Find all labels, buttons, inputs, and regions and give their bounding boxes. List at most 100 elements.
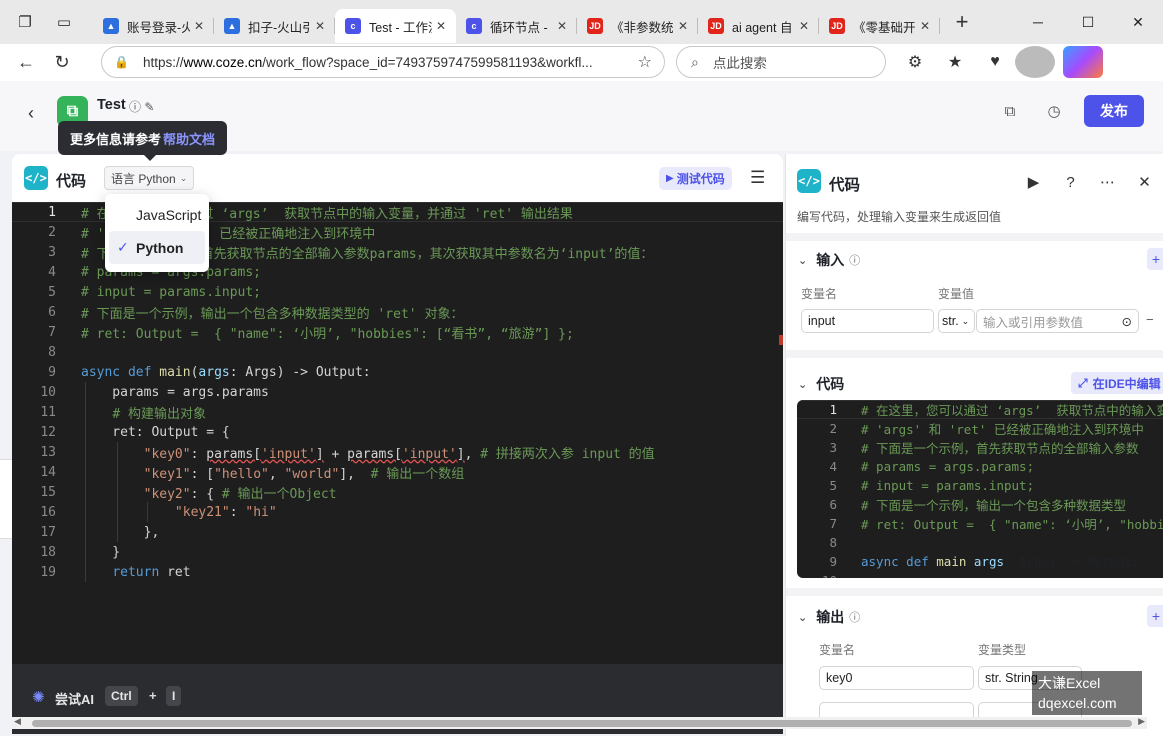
reload-icon[interactable]: ↻ <box>44 48 80 78</box>
tab-close-icon[interactable]: ✕ <box>194 19 204 33</box>
publish-button[interactable]: 发布 <box>1084 95 1144 127</box>
back-arrow-icon[interactable]: ‹ <box>28 103 34 124</box>
tab-close-icon[interactable]: ✕ <box>436 19 446 33</box>
tab-close-icon[interactable]: ✕ <box>920 19 930 33</box>
browser-tab[interactable]: ▲ 扣子-火山引 ✕ <box>214 9 335 43</box>
language-select[interactable]: 语言 Python ⌄ <box>104 166 195 190</box>
input-value-field[interactable]: 输入或引用参数值 ⊙ <box>976 309 1139 333</box>
language-select-value: 语言 Python <box>111 171 176 186</box>
reference-icon[interactable]: ⊙ <box>1122 314 1132 329</box>
search-placeholder: 点此搜索 <box>712 56 767 71</box>
tab-favicon-icon: JD <box>708 18 724 34</box>
output-col-name: 变量名 <box>819 643 856 657</box>
option-python[interactable]: ✓ Python <box>109 231 205 264</box>
chevron-down-icon: ⌄ <box>798 254 808 267</box>
properties-title: 代码 <box>829 177 861 194</box>
help-doc-link[interactable]: 帮助文档 <box>163 129 215 148</box>
kbd-ctrl: Ctrl <box>105 686 138 706</box>
close-window-icon[interactable]: ✕ <box>1113 0 1163 44</box>
check-icon: ✓ <box>117 239 129 255</box>
maximize-icon[interactable]: ☐ <box>1063 0 1113 44</box>
browser-toolbar: ⚙ ★ ♥ <box>895 46 1103 78</box>
input-section-title: 输入 <box>816 252 845 268</box>
tab-favicon-icon: JD <box>829 18 845 34</box>
add-output-button[interactable]: + <box>1147 605 1163 627</box>
add-input-button[interactable]: + <box>1147 248 1163 270</box>
output-col-type: 变量类型 <box>978 643 1027 657</box>
remove-input-icon[interactable]: − <box>1146 312 1154 327</box>
tab-favicon-icon: c <box>466 18 482 34</box>
help-icon[interactable]: ? <box>1052 169 1089 195</box>
tab-label: ai agent 自 <box>732 20 793 35</box>
close-panel-icon[interactable]: ✕ <box>1126 169 1163 195</box>
url-bar[interactable]: 🔒 https://www.coze.cn/work_flow?space_id… <box>101 46 665 78</box>
minimize-icon[interactable]: ─ <box>1013 0 1063 44</box>
input-col-value: 变量值 <box>938 287 975 301</box>
tab-favicon-icon: ▲ <box>103 18 119 34</box>
tab-favicon-icon: JD <box>587 18 603 34</box>
tab-favicon-icon: c <box>345 18 361 34</box>
browser-essentials-icon[interactable]: ♥ <box>975 46 1015 78</box>
kbd-i: I <box>166 686 182 706</box>
input-name-field[interactable]: input <box>801 309 934 333</box>
url-text: https://www.coze.cn/work_flow?space_id=7… <box>142 54 593 70</box>
ai-sparkle-icon: ✺ <box>32 689 45 706</box>
background-node-peek <box>0 459 12 539</box>
info-edit-icons[interactable]: ⓘ ✎ <box>129 98 154 115</box>
copilot-icon[interactable] <box>1063 46 1103 78</box>
favorite-star-icon[interactable]: ☆ <box>638 52 652 72</box>
scrollbar-thumb[interactable] <box>32 720 1132 727</box>
edit-in-ide-button[interactable]: ⤢ 在IDE中编辑 <box>1071 372 1163 394</box>
horizontal-scrollbar[interactable]: ◀ ▶ <box>12 716 1147 729</box>
code-node-icon: </> <box>797 169 821 193</box>
browser-tab[interactable]: JD 《零基础开 ✕ <box>819 9 940 43</box>
run-node-icon[interactable]: ▶ <box>1015 169 1052 195</box>
window-controls: ─ ☐ ✕ <box>1013 0 1163 44</box>
help-tooltip: 更多信息请参考 帮助文档 <box>58 121 228 161</box>
play-circle-icon: ▶ <box>666 173 674 184</box>
output-name-field[interactable]: key0 <box>819 666 974 690</box>
new-tab-button[interactable]: + <box>946 6 978 38</box>
history-icon[interactable]: ◷ <box>1032 95 1076 127</box>
option-javascript[interactable]: JavaScript <box>109 198 205 231</box>
workspaces-icon[interactable]: ❐ <box>10 7 40 37</box>
chevron-down-icon: ⌄ <box>798 378 808 391</box>
tab-close-icon[interactable]: ✕ <box>557 19 567 33</box>
toggle-panel-icon[interactable]: ☰ <box>750 168 765 188</box>
test-code-button[interactable]: ▶ 测试代码 <box>659 167 732 190</box>
output-section-title: 输出 <box>816 609 845 625</box>
node-description: 编写代码，处理输入变量来生成返回值 <box>797 210 1002 224</box>
favorites-icon[interactable]: ★ <box>935 46 975 78</box>
back-icon[interactable]: ← <box>8 48 44 78</box>
input-col-name: 变量名 <box>801 287 838 301</box>
input-section-header[interactable]: ⌄ 输入 ⓘ <box>798 250 860 270</box>
output-section-header[interactable]: ⌄ 输出 ⓘ <box>798 607 860 627</box>
code-preview[interactable]: 1 # 在这里，您可以通过 ‘args’ 获取节点中的输入变量 2 # 'args'… <box>797 400 1163 578</box>
browser-tab[interactable]: ▲ 账号登录-火 ✕ <box>93 9 214 43</box>
browser-tab[interactable]: c 循环节点 - ✕ <box>456 9 577 43</box>
tab-favicon-icon: ▲ <box>224 18 240 34</box>
tab-close-icon[interactable]: ✕ <box>799 19 809 33</box>
node-properties-panel: </> 代码 ▶ ? ⋯ ✕ 编写代码，处理输入变量来生成返回值 ⌄ 输入 ⓘ … <box>785 154 1163 736</box>
browser-tab[interactable]: JD 《非参数统 ✕ <box>577 9 698 43</box>
more-icon[interactable]: ⋯ <box>1089 169 1126 195</box>
input-type-select[interactable]: str. ⌄ <box>938 309 975 333</box>
chevron-down-icon: ⌄ <box>179 172 188 183</box>
workflow-title: Test <box>97 97 126 113</box>
code-section-header[interactable]: ⌄ 代码 <box>798 374 844 394</box>
try-ai-button[interactable]: 尝试AI <box>55 689 94 708</box>
extensions-icon[interactable]: ⚙ <box>895 46 935 78</box>
search-box[interactable]: ⌕ 点此搜索 <box>676 46 886 78</box>
coze-workflow-app: ‹ ⧉ Test ⓘ ✎ ⧉ ◷ 发布 更多信息请参考 帮助文档 </> 代码 … <box>0 81 1163 736</box>
browser-tab[interactable]: JD ai agent 自 ✕ <box>698 9 819 43</box>
tab-label: 《零基础开 <box>853 20 916 35</box>
tab-close-icon[interactable]: ✕ <box>678 19 688 33</box>
tab-label: 循环节点 - <box>490 20 548 35</box>
browser-tab[interactable]: c Test - 工作流 ✕ <box>335 9 456 43</box>
code-node-icon: </> <box>24 166 48 190</box>
profile-icon[interactable] <box>1015 46 1055 78</box>
copy-icon[interactable]: ⧉ <box>988 95 1032 127</box>
code-panel-title: 代码 <box>56 173 87 190</box>
tab-close-icon[interactable]: ✕ <box>315 19 325 33</box>
tab-actions-icon[interactable]: ▭ <box>49 7 79 37</box>
